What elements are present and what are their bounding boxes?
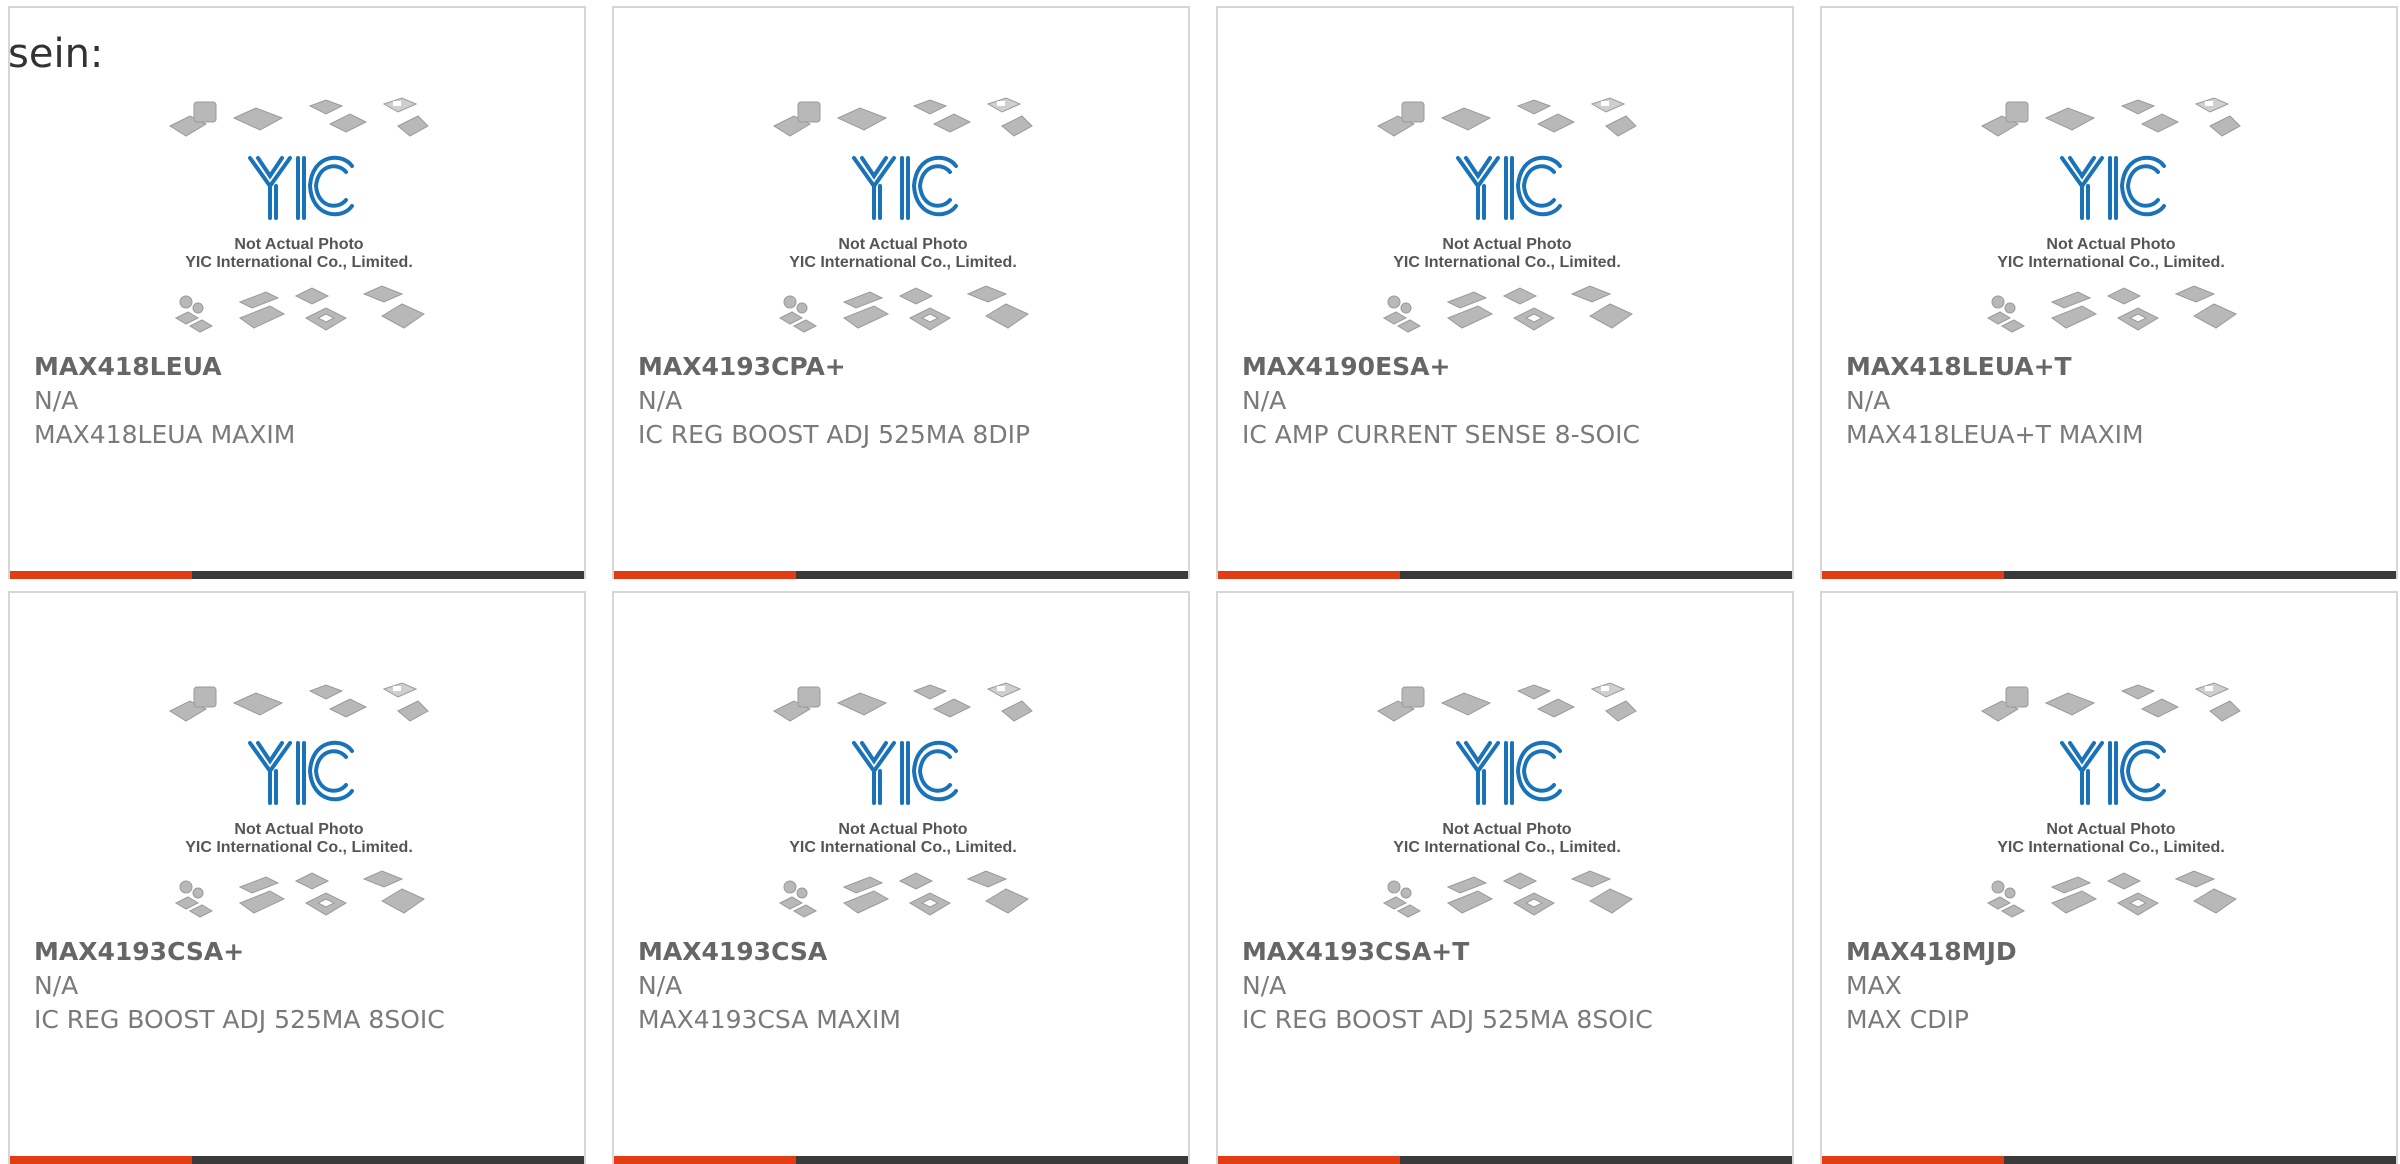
- chip-packages-icon: [772, 97, 1033, 333]
- product-photo[interactable]: Not Actual Photo YIC International Co., …: [770, 96, 1036, 346]
- product-photo[interactable]: Not Actual Photo YIC International Co., …: [1374, 681, 1640, 931]
- photo-note: Not Actual Photo: [1442, 236, 1572, 253]
- product-photo[interactable]: Not Actual Photo YIC International Co., …: [1978, 681, 2244, 931]
- product-photo[interactable]: Not Actual Photo YIC International Co., …: [166, 681, 432, 931]
- product-grid: Not Actual Photo YIC International Co., …: [8, 6, 2400, 1164]
- product-part-number[interactable]: MAX418MJD: [1846, 935, 2386, 969]
- card-bottom-bar: [614, 1156, 1188, 1164]
- product-description: MAX418LEUA+T MAXIM: [1846, 420, 2144, 449]
- chip-packages-icon: [168, 682, 429, 918]
- product-part-number[interactable]: MAX4193CPA+: [638, 350, 1178, 384]
- card-bottom-bar: [1822, 1156, 2396, 1164]
- product-description: MAX CDIP: [1846, 1005, 1969, 1034]
- photo-company: YIC International Co., Limited.: [185, 254, 413, 271]
- photo-note: Not Actual Photo: [2046, 236, 2176, 253]
- product-manufacturer: N/A: [34, 971, 79, 1000]
- card-bottom-bar: [1218, 571, 1792, 579]
- product-card[interactable]: Not Actual Photo YIC International Co., …: [1216, 6, 1794, 579]
- product-manufacturer: N/A: [1846, 386, 1891, 415]
- product-description: IC REG BOOST ADJ 525MA 8DIP: [638, 420, 1031, 449]
- product-part-number[interactable]: MAX418LEUA: [34, 350, 574, 384]
- product-manufacturer: N/A: [1242, 386, 1287, 415]
- photo-note: Not Actual Photo: [838, 236, 968, 253]
- chip-packages-icon: [168, 97, 429, 333]
- photo-company: YIC International Co., Limited.: [185, 839, 413, 856]
- product-description: MAX418LEUA MAXIM: [34, 420, 296, 449]
- product-part-number[interactable]: MAX418LEUA+T: [1846, 350, 2386, 384]
- photo-note: Not Actual Photo: [838, 821, 968, 838]
- chip-packages-icon: [1376, 97, 1637, 333]
- product-part-number[interactable]: MAX4193CSA: [638, 935, 1178, 969]
- product-description: IC AMP CURRENT SENSE 8-SOIC: [1242, 420, 1640, 449]
- photo-company: YIC International Co., Limited.: [789, 839, 1017, 856]
- card-bottom-bar: [10, 571, 584, 579]
- product-description: IC REG BOOST ADJ 525MA 8SOIC: [1242, 1005, 1653, 1034]
- photo-note: Not Actual Photo: [234, 821, 364, 838]
- card-bottom-bar: [614, 571, 1188, 579]
- chip-packages-icon: [772, 682, 1033, 918]
- product-part-number[interactable]: MAX4190ESA+: [1242, 350, 1782, 384]
- photo-note: Not Actual Photo: [1442, 821, 1572, 838]
- product-manufacturer: N/A: [638, 386, 683, 415]
- product-description: MAX4193CSA MAXIM: [638, 1005, 902, 1034]
- product-photo[interactable]: Not Actual Photo YIC International Co., …: [1374, 96, 1640, 346]
- product-description: IC REG BOOST ADJ 525MA 8SOIC: [34, 1005, 445, 1034]
- product-photo[interactable]: Not Actual Photo YIC International Co., …: [770, 681, 1036, 931]
- product-card[interactable]: Not Actual Photo YIC International Co., …: [1820, 591, 2398, 1164]
- photo-company: YIC International Co., Limited.: [1393, 254, 1621, 271]
- product-photo[interactable]: Not Actual Photo YIC International Co., …: [1978, 96, 2244, 346]
- product-card[interactable]: Not Actual Photo YIC International Co., …: [612, 6, 1190, 579]
- lead-text: sein:: [8, 31, 104, 77]
- product-card[interactable]: Not Actual Photo YIC International Co., …: [1820, 6, 2398, 579]
- chip-packages-icon: [1980, 97, 2241, 333]
- product-card[interactable]: Not Actual Photo YIC International Co., …: [8, 6, 586, 579]
- photo-company: YIC International Co., Limited.: [789, 254, 1017, 271]
- chip-packages-icon: [1376, 682, 1637, 918]
- product-card[interactable]: Not Actual Photo YIC International Co., …: [8, 591, 586, 1164]
- photo-company: YIC International Co., Limited.: [1997, 839, 2225, 856]
- product-photo[interactable]: Not Actual Photo YIC International Co., …: [166, 96, 432, 346]
- product-manufacturer: N/A: [1242, 971, 1287, 1000]
- product-card[interactable]: Not Actual Photo YIC International Co., …: [1216, 591, 1794, 1164]
- card-bottom-bar: [1822, 571, 2396, 579]
- product-manufacturer: N/A: [34, 386, 79, 415]
- product-manufacturer: N/A: [638, 971, 683, 1000]
- product-part-number[interactable]: MAX4193CSA+T: [1242, 935, 1782, 969]
- photo-company: YIC International Co., Limited.: [1393, 839, 1621, 856]
- card-bottom-bar: [10, 1156, 584, 1164]
- product-part-number[interactable]: MAX4193CSA+: [34, 935, 574, 969]
- photo-company: YIC International Co., Limited.: [1997, 254, 2225, 271]
- photo-note: Not Actual Photo: [234, 236, 364, 253]
- card-bottom-bar: [1218, 1156, 1792, 1164]
- product-manufacturer: MAX: [1846, 971, 1902, 1000]
- photo-note: Not Actual Photo: [2046, 821, 2176, 838]
- product-card[interactable]: Not Actual Photo YIC International Co., …: [612, 591, 1190, 1164]
- chip-packages-icon: [1980, 682, 2241, 918]
